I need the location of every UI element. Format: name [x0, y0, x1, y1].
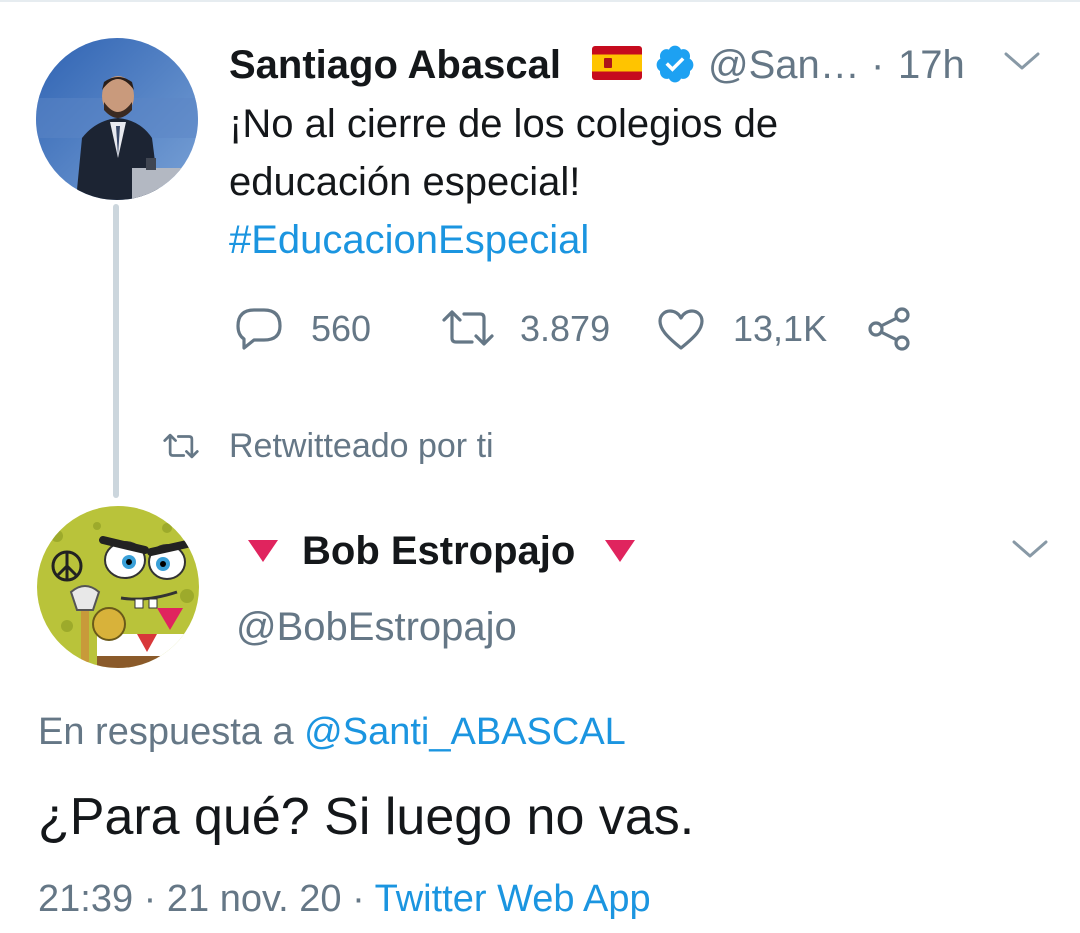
tweet-timestamp[interactable]: 21:39 · 21 nov. 20 ·: [38, 878, 365, 920]
tweet-time[interactable]: 17h: [898, 40, 965, 90]
reply-tweet-text: ¿Para qué? Si luego no vas.: [38, 788, 695, 846]
reply-icon[interactable]: [234, 306, 284, 352]
tweet-source-link[interactable]: Twitter Web App: [375, 878, 651, 920]
thread-connector-line: [113, 204, 119, 498]
red-triangle-icon: [248, 540, 278, 562]
tweet-metadata: 21:39 · 21 nov. 20 · Twitter Web App: [38, 874, 651, 924]
retweeted-by-label[interactable]: Retwitteado por ti: [229, 424, 494, 468]
chevron-down-icon[interactable]: [1010, 538, 1050, 562]
retweet-icon[interactable]: [440, 308, 496, 348]
reply-count: 560: [311, 308, 372, 349]
reply-context: En respuesta a @Santi_ABASCAL: [38, 707, 626, 757]
like-heart-icon[interactable]: [656, 308, 706, 352]
tweet-text-line-2: educación especial!: [229, 160, 581, 204]
author-name[interactable]: Santiago Abascal: [229, 40, 561, 90]
reply-author-handle[interactable]: @BobEstropajo: [236, 602, 517, 652]
reply-context-prefix: En respuesta a: [38, 711, 294, 753]
spain-flag-icon: [592, 46, 642, 80]
top-divider: [0, 0, 1080, 2]
tweet-text-line-1: ¡No al cierre de los colegios de: [229, 102, 779, 146]
retweet-count: 3.879: [520, 308, 611, 349]
time-separator: ·: [871, 43, 885, 87]
hashtag-link[interactable]: #EducacionEspecial: [229, 211, 589, 269]
retweeted-indicator-icon: [163, 433, 199, 459]
avatar-cartoon-icon: [37, 506, 199, 668]
verified-badge-icon: [656, 45, 694, 83]
avatar-bob-estropajo[interactable]: [37, 506, 199, 668]
avatar-santiago-abascal[interactable]: [36, 38, 198, 200]
chevron-down-icon[interactable]: [1002, 50, 1042, 74]
avatar-photo-icon: [36, 38, 198, 200]
like-count: 13,1K: [733, 308, 828, 349]
red-triangle-icon: [605, 540, 635, 562]
share-icon[interactable]: [866, 306, 914, 352]
reply-to-mention-link[interactable]: @Santi_ABASCAL: [304, 711, 626, 753]
author-handle[interactable]: @San…: [708, 40, 860, 90]
reply-author-name[interactable]: Bob Estropajo: [302, 526, 575, 576]
